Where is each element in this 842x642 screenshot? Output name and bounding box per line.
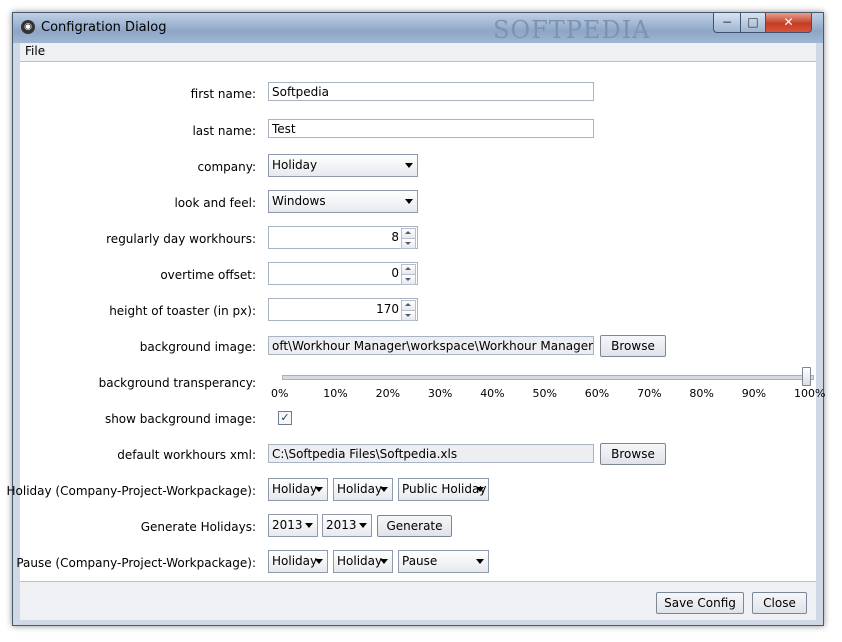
first-name-field[interactable]: Softpedia xyxy=(268,82,594,101)
chevron-down-icon xyxy=(380,487,388,492)
day-workhours-value: 8 xyxy=(391,230,399,244)
holiday-label: Holiday (Company-Project-Workpackage): xyxy=(6,484,256,498)
chevron-down-icon xyxy=(405,163,413,168)
show-background-checkbox[interactable]: ✓ xyxy=(278,411,292,425)
menu-bar: File xyxy=(20,43,816,62)
holiday-project-select[interactable]: Holiday xyxy=(333,478,393,501)
company-select-value: Holiday xyxy=(272,158,318,172)
background-image-label: background image: xyxy=(139,340,256,354)
pause-project-value: Holiday xyxy=(337,554,383,568)
company-label: company: xyxy=(197,160,256,174)
chevron-down-icon xyxy=(476,487,484,492)
chevron-down-icon xyxy=(405,199,413,204)
pause-label: Pause (Company-Project-Workpackage): xyxy=(16,556,256,570)
holiday-project-value: Holiday xyxy=(337,482,383,496)
pause-company-value: Holiday xyxy=(272,554,318,568)
browse-xml-button[interactable]: Browse xyxy=(600,443,666,465)
last-name-label: last name: xyxy=(192,124,256,138)
toaster-height-spinner[interactable]: 170 xyxy=(268,298,418,321)
first-name-label: first name: xyxy=(190,87,256,101)
dialog-footer: Save Config Close xyxy=(20,581,816,620)
transparency-tick-label: 0% xyxy=(271,387,289,400)
day-workhours-spinner[interactable]: 8 xyxy=(268,226,418,249)
transparency-tick-label: 100% xyxy=(794,387,826,400)
generate-to-year-value: 2013 xyxy=(326,518,357,532)
title-bar[interactable]: SOFTPEDIA ◉ Configration Dialog − □ ✕ xyxy=(13,13,823,44)
minimize-button[interactable]: − xyxy=(713,13,741,33)
transparency-tick-label: 80% xyxy=(689,387,714,400)
transparency-tick-label: 50% xyxy=(532,387,557,400)
show-background-label: show background image: xyxy=(104,412,256,426)
chevron-down-icon xyxy=(315,487,323,492)
transparency-slider-thumb[interactable] xyxy=(802,367,811,386)
generate-holidays-label: Generate Holidays: xyxy=(140,520,256,534)
close-window-button[interactable]: ✕ xyxy=(765,13,812,33)
transparency-tick-label: 40% xyxy=(480,387,505,400)
spinner-down-icon[interactable] xyxy=(401,310,416,321)
transparency-label: background transperancy: xyxy=(98,376,256,390)
look-and-feel-value: Windows xyxy=(272,194,326,208)
chevron-down-icon xyxy=(305,523,313,528)
chevron-down-icon xyxy=(315,559,323,564)
settings-form: first name: Softpedia last name: Test co… xyxy=(7,62,825,581)
overtime-offset-value: 0 xyxy=(391,266,399,280)
chevron-down-icon xyxy=(476,559,484,564)
overtime-offset-label: overtime offset: xyxy=(160,268,256,282)
last-name-field[interactable]: Test xyxy=(268,119,594,138)
transparency-tick-label: 60% xyxy=(584,387,610,400)
title-watermark: SOFTPEDIA xyxy=(493,16,651,44)
pause-company-select[interactable]: Holiday xyxy=(268,550,328,573)
holiday-company-select[interactable]: Holiday xyxy=(268,478,328,501)
day-workhours-label: regularly day workhours: xyxy=(106,232,256,246)
transparency-tick-label: 30% xyxy=(427,387,453,400)
generate-from-year-select[interactable]: 2013 xyxy=(268,514,318,537)
default-xml-path-field[interactable]: C:\Softpedia Files\Softpedia.xls xyxy=(268,444,594,463)
pause-workpackage-select[interactable]: Pause xyxy=(398,550,489,573)
pause-project-select[interactable]: Holiday xyxy=(333,550,393,573)
generate-to-year-select[interactable]: 2013 xyxy=(322,514,372,537)
look-and-feel-label: look and feel: xyxy=(174,196,256,210)
browse-background-button[interactable]: Browse xyxy=(600,335,666,357)
generate-from-year-value: 2013 xyxy=(272,518,303,532)
transparency-tick-label: 10% xyxy=(323,387,348,400)
background-image-path-field[interactable]: oft\Workhour Manager\workspace\Workhour … xyxy=(268,336,594,355)
configuration-dialog-window: SOFTPEDIA ◉ Configration Dialog − □ ✕ Fi… xyxy=(7,12,825,626)
holiday-workpackage-value: Public Holiday xyxy=(402,482,487,496)
default-xml-label: default workhours xml: xyxy=(117,448,256,462)
transparency-tick-label: 20% xyxy=(375,387,401,400)
overtime-offset-spinner[interactable]: 0 xyxy=(268,262,418,285)
generate-button[interactable]: Generate xyxy=(377,515,452,537)
look-and-feel-select[interactable]: Windows xyxy=(268,190,418,213)
company-select[interactable]: Holiday xyxy=(268,154,418,177)
pause-workpackage-value: Pause xyxy=(402,554,438,568)
save-config-button[interactable]: Save Config xyxy=(656,592,744,614)
transparency-slider[interactable] xyxy=(282,375,814,380)
holiday-workpackage-select[interactable]: Public Holiday xyxy=(398,478,489,501)
spinner-down-icon[interactable] xyxy=(401,274,416,285)
menu-file[interactable]: File xyxy=(25,44,45,58)
holiday-company-value: Holiday xyxy=(272,482,318,496)
window-title: Configration Dialog xyxy=(41,20,167,35)
toaster-height-label: height of toaster (in px): xyxy=(109,304,256,318)
spinner-down-icon[interactable] xyxy=(401,238,416,249)
transparency-tick-label: 90% xyxy=(741,387,767,400)
transparency-tick-label: 70% xyxy=(637,387,662,400)
toaster-height-value: 170 xyxy=(376,302,399,316)
app-logo-icon[interactable]: ◉ xyxy=(21,20,35,34)
chevron-down-icon xyxy=(359,523,367,528)
maximize-button[interactable]: □ xyxy=(740,13,766,33)
chevron-down-icon xyxy=(380,559,388,564)
close-button[interactable]: Close xyxy=(752,592,807,614)
